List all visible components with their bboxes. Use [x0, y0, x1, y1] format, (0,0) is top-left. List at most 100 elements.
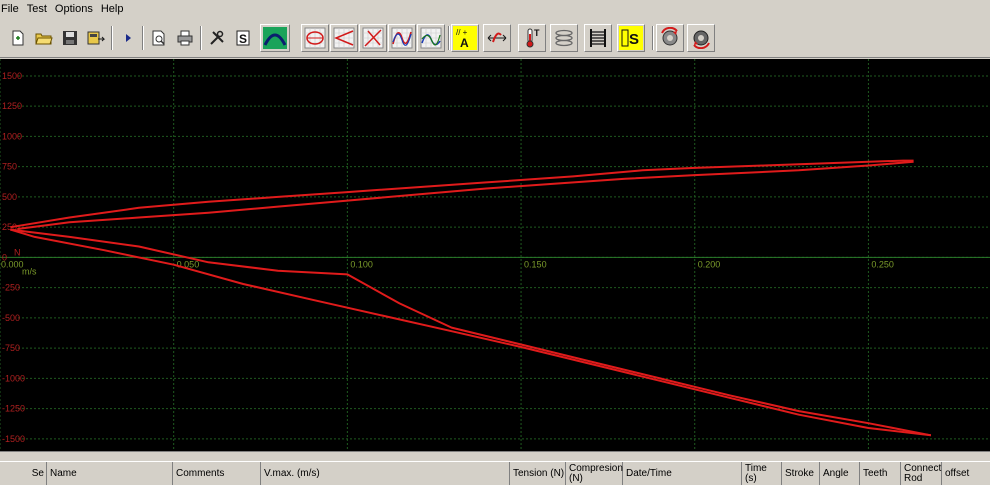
svg-text:A: A [460, 36, 469, 50]
tools-button[interactable] [204, 24, 230, 52]
svg-text:S: S [239, 32, 247, 46]
svg-text:S: S [629, 31, 639, 48]
toolbar-separator [448, 26, 450, 50]
x-unit-label: m/s [22, 266, 37, 276]
toolbar-separator [652, 26, 654, 50]
open-folder-icon [35, 33, 53, 45]
force-velocity-chart: 1500125010007505002500-250-500-750-1000-… [0, 59, 990, 451]
curves [10, 159, 932, 437]
column-header-connect-rod[interactable]: Connect Rod [901, 462, 942, 485]
force-velocity-icon [333, 27, 355, 49]
column-header-time[interactable]: Time (s) [742, 462, 782, 485]
temperature-button[interactable]: T [518, 24, 546, 52]
column-header-name[interactable]: Name [47, 462, 173, 485]
rotate-red-icon [661, 27, 678, 46]
y-tick-label: -1500 [2, 434, 25, 444]
s-yellow-button[interactable]: S [617, 24, 645, 52]
y-tick-label: 500 [2, 192, 17, 202]
s-mode-icon: S [236, 30, 250, 46]
save-icon [63, 31, 77, 45]
new-test-icon [12, 30, 24, 46]
force-displacement-button[interactable] [301, 24, 329, 52]
svg-text:T: T [534, 28, 540, 38]
force-displacement-icon [304, 27, 326, 49]
force-velocity-button[interactable] [330, 24, 358, 52]
column-header-offset[interactable]: offset [942, 462, 990, 485]
s-yellow-icon: S [619, 26, 643, 50]
splitter[interactable] [0, 451, 990, 461]
curve-icon [263, 27, 287, 49]
grid [0, 59, 990, 451]
y-tick-label: -1250 [2, 404, 25, 414]
results-table-header: Se Name Comments V.max. (m/s) Tension (N… [0, 461, 990, 485]
app-window: File Test Options Help S // + A T S 1500… [0, 0, 990, 485]
y-tick-label: 1250 [2, 101, 22, 111]
new-test-button[interactable] [5, 24, 31, 52]
force-time-button[interactable] [388, 24, 416, 52]
x-tick-label: 0.250 [871, 259, 894, 269]
column-header-stroke[interactable]: Stroke [782, 462, 820, 485]
column-header-vmax[interactable]: V.max. (m/s) [261, 462, 510, 485]
column-header-comments[interactable]: Comments [173, 462, 261, 485]
force-acceleration-button[interactable] [359, 24, 387, 52]
tools-icon [210, 30, 224, 45]
column-header-compresion[interactable]: Compresion (N) [566, 462, 623, 485]
coil-icon [590, 29, 606, 47]
column-header-angle[interactable]: Angle [820, 462, 860, 485]
plot-area[interactable]: 1500 1250 1000 750 500 250 0 -250 -500 -750 -1000-… [0, 59, 990, 451]
rotate-gear-icon [693, 30, 710, 49]
compare-curves-icon [420, 27, 442, 49]
y-unit-label: N [14, 247, 21, 257]
run-icon [126, 34, 131, 42]
print-button[interactable] [172, 24, 198, 52]
column-header-datetime[interactable]: Date/Time [623, 462, 742, 485]
stretch-icon [487, 32, 507, 43]
toolbar: S // + A T S [0, 18, 990, 58]
y-tick-label: 750 [2, 162, 17, 172]
tension-compression-icon: // +A [453, 26, 477, 50]
y-tick-label: -250 [2, 283, 20, 293]
x-tick-label: 0.200 [698, 259, 721, 269]
curve-button[interactable] [260, 24, 290, 52]
export-button[interactable] [83, 24, 109, 52]
column-header-teeth[interactable]: Teeth [860, 462, 901, 485]
coil-button[interactable] [584, 24, 612, 52]
y-tick-label: -750 [2, 343, 20, 353]
toolbar-separator [111, 26, 113, 50]
column-header-se[interactable]: Se [0, 462, 47, 485]
rotate-gear-button[interactable] [687, 24, 715, 52]
s-mode-button[interactable]: S [230, 24, 256, 52]
toolbar-separator [200, 26, 202, 50]
tension-compression-button[interactable]: // + A [451, 24, 479, 52]
y-tick-label: 1500 [2, 71, 22, 81]
print-preview-icon [152, 30, 165, 46]
curve-series-1 [17, 160, 914, 230]
menu-help[interactable]: Help [99, 0, 130, 18]
compare-curves-button[interactable] [417, 24, 445, 52]
menu-options[interactable]: Options [53, 0, 99, 18]
print-preview-button[interactable] [146, 24, 172, 52]
menu-bar: File Test Options Help [0, 0, 990, 18]
y-tick-label: -1000 [2, 373, 25, 383]
run-button[interactable] [115, 24, 141, 52]
open-button[interactable] [31, 24, 57, 52]
menu-file[interactable]: File [0, 0, 25, 18]
temperature-icon: T [526, 28, 540, 48]
rotate-red-button[interactable] [656, 24, 684, 52]
export-icon [87, 31, 106, 45]
spring-button[interactable] [550, 24, 578, 52]
spring-icon [555, 29, 573, 47]
force-acceleration-icon [362, 27, 384, 49]
y-tick-label: -500 [2, 313, 20, 323]
menu-test[interactable]: Test [25, 0, 53, 18]
column-header-tension[interactable]: Tension (N) [510, 462, 566, 485]
y-tick-label: 1000 [2, 131, 22, 141]
force-time-icon [391, 27, 413, 49]
save-button[interactable] [57, 24, 83, 52]
x-tick-label: 0.100 [350, 259, 373, 269]
print-icon [177, 30, 193, 46]
toolbar-separator [142, 26, 144, 50]
x-tick-label: 0.150 [524, 259, 547, 269]
stretch-button[interactable] [483, 24, 511, 52]
x-tick-label: 0.000 [1, 259, 24, 269]
